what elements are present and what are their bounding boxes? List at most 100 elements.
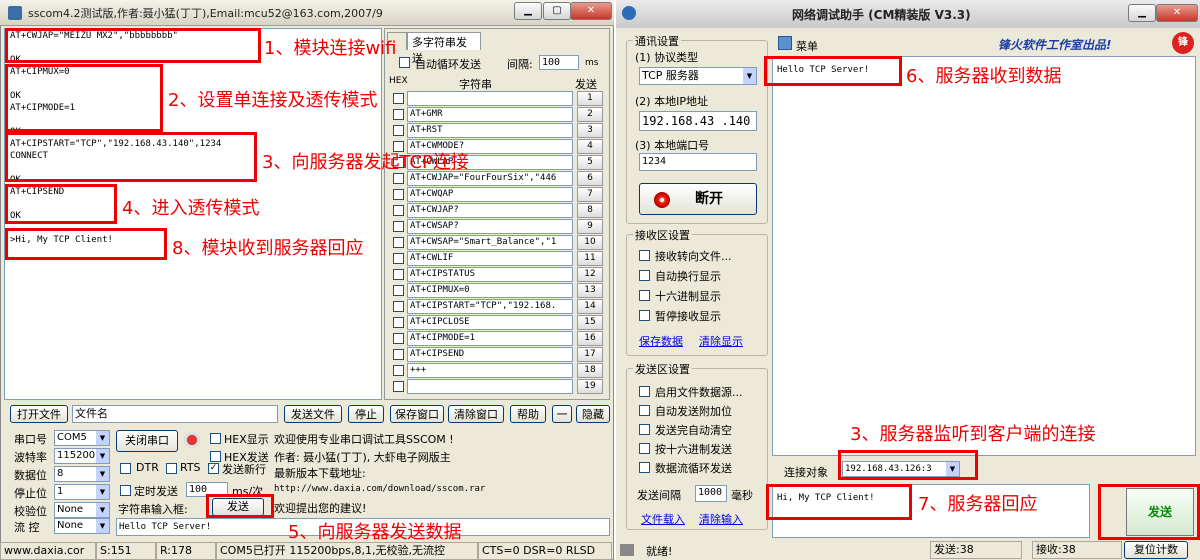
stopbits-select[interactable]: 1 ▼ — [54, 484, 110, 500]
auto-loop-checkbox[interactable] — [399, 57, 410, 68]
hex-display-checkbox[interactable] — [639, 290, 650, 301]
command-string-input[interactable] — [407, 379, 573, 394]
close-button[interactable]: ✕ — [570, 2, 612, 20]
disconnect-button[interactable]: 断开 — [639, 183, 757, 215]
command-send-button[interactable]: 16 — [577, 331, 603, 346]
command-send-button[interactable]: 10 — [577, 235, 603, 250]
command-hex-checkbox[interactable] — [393, 189, 404, 200]
dtr-checkbox[interactable] — [120, 463, 131, 474]
command-string-input[interactable]: AT+RST — [407, 123, 573, 138]
command-hex-checkbox[interactable] — [393, 253, 404, 264]
command-send-button[interactable]: 3 — [577, 123, 603, 138]
command-send-button[interactable]: 17 — [577, 347, 603, 362]
file-load-link[interactable]: 文件载入 — [641, 511, 685, 527]
command-string-input[interactable]: AT+GMR — [407, 107, 573, 122]
command-send-button[interactable]: 11 — [577, 251, 603, 266]
minimize-button[interactable]: ▁ — [1128, 4, 1156, 22]
command-hex-checkbox[interactable] — [393, 125, 404, 136]
command-send-button[interactable]: 6 — [577, 171, 603, 186]
command-hex-checkbox[interactable] — [393, 365, 404, 376]
menu-label[interactable]: 菜单 — [796, 38, 818, 54]
hex-send-checkbox[interactable] — [639, 443, 650, 454]
hide-button[interactable]: 隐藏 — [576, 405, 610, 423]
clear-input-link[interactable]: 清除输入 — [699, 511, 743, 527]
tab-multi-string[interactable]: 多字符串发送 — [407, 32, 481, 65]
stop-button[interactable]: 停止 — [348, 405, 384, 423]
command-hex-checkbox[interactable] — [393, 333, 404, 344]
command-string-input[interactable]: AT+CIPSEND — [407, 347, 573, 362]
command-hex-checkbox[interactable] — [393, 173, 404, 184]
port-select[interactable]: COM5 ▼ — [54, 430, 110, 446]
command-send-button[interactable]: 14 — [577, 299, 603, 314]
hex-send-checkbox[interactable] — [210, 451, 221, 462]
loop-send-checkbox[interactable] — [639, 462, 650, 473]
command-send-button[interactable]: 19 — [577, 379, 603, 394]
command-hex-checkbox[interactable] — [393, 285, 404, 296]
command-string-input[interactable]: AT+CWSAP? — [407, 219, 573, 234]
save-data-link[interactable]: 保存数据 — [639, 333, 683, 349]
auto-clear-checkbox[interactable] — [639, 424, 650, 435]
command-string-input[interactable]: AT+CIPMODE=1 — [407, 331, 573, 346]
command-string-input[interactable]: AT+CIPSTART="TCP","192.168. — [407, 299, 573, 314]
close-port-button[interactable]: 关闭串口 — [116, 430, 178, 452]
download-link[interactable]: http://www.daxia.com/download/sscom.rar — [274, 484, 485, 494]
open-file-button[interactable]: 打开文件 — [10, 405, 68, 423]
hex-display-checkbox[interactable] — [210, 433, 221, 444]
command-hex-checkbox[interactable] — [393, 93, 404, 104]
send-newline-checkbox[interactable]: ✓ — [208, 463, 219, 474]
file-source-checkbox[interactable] — [639, 386, 650, 397]
menu-icon[interactable] — [778, 36, 792, 50]
command-send-button[interactable]: 12 — [577, 267, 603, 282]
command-send-button[interactable]: 9 — [577, 219, 603, 234]
file-name-input[interactable]: 文件名 — [72, 405, 278, 423]
command-string-input[interactable]: +++ — [407, 363, 573, 378]
command-hex-checkbox[interactable] — [393, 237, 404, 248]
pause-display-checkbox[interactable] — [639, 310, 650, 321]
command-string-input[interactable]: AT+CIPMUX=0 — [407, 283, 573, 298]
command-hex-checkbox[interactable] — [393, 109, 404, 120]
command-string-input[interactable]: AT+CIPCLOSE — [407, 315, 573, 330]
reset-count-button[interactable]: 复位计数 — [1124, 541, 1188, 559]
auto-append-checkbox[interactable] — [639, 405, 650, 416]
clear-window-button[interactable]: 清除窗口 — [448, 405, 504, 423]
command-hex-checkbox[interactable] — [393, 301, 404, 312]
timed-send-checkbox[interactable] — [120, 485, 131, 496]
command-send-button[interactable]: 5 — [577, 155, 603, 170]
save-window-button[interactable]: 保存窗口 — [390, 405, 444, 423]
command-send-button[interactable]: 7 — [577, 187, 603, 202]
receive-area[interactable]: Hello TCP Server! — [772, 56, 1196, 456]
interval-input[interactable]: 100 — [539, 55, 579, 70]
recv-to-file-checkbox[interactable] — [639, 250, 650, 261]
local-ip-input[interactable]: 192.168.43 .140 — [639, 111, 757, 131]
command-hex-checkbox[interactable] — [393, 269, 404, 280]
command-hex-checkbox[interactable] — [393, 381, 404, 392]
minimize-button[interactable]: ▁ — [514, 2, 542, 20]
command-hex-checkbox[interactable] — [393, 205, 404, 216]
maximize-button[interactable]: ▢ — [543, 2, 571, 20]
command-string-input[interactable]: AT+CWSAP="Smart_Balance","1 — [407, 235, 573, 250]
command-string-input[interactable]: AT+CWJAP? — [407, 203, 573, 218]
help-button[interactable]: 帮助 — [510, 405, 546, 423]
command-send-button[interactable]: 8 — [577, 203, 603, 218]
rts-checkbox[interactable] — [166, 463, 177, 474]
databits-select[interactable]: 8 ▼ — [54, 466, 110, 482]
command-string-input[interactable] — [407, 91, 573, 106]
command-send-button[interactable]: 13 — [577, 283, 603, 298]
protocol-select[interactable]: TCP 服务器 ▼ — [639, 67, 757, 85]
command-send-button[interactable]: 18 — [577, 363, 603, 378]
local-port-input[interactable]: 1234 — [639, 153, 757, 171]
command-hex-checkbox[interactable] — [393, 349, 404, 360]
clear-display-link[interactable]: 清除显示 — [699, 333, 743, 349]
command-send-button[interactable]: 1 — [577, 91, 603, 106]
command-string-input[interactable]: AT+CWLIF — [407, 251, 573, 266]
auto-wrap-checkbox[interactable] — [639, 270, 650, 281]
command-send-button[interactable]: 15 — [577, 315, 603, 330]
collapse-button[interactable]: 一 — [552, 405, 572, 423]
command-hex-checkbox[interactable] — [393, 317, 404, 328]
flow-select[interactable]: None ▼ — [54, 518, 110, 534]
parity-select[interactable]: None ▼ — [54, 502, 110, 518]
baud-select[interactable]: 115200 ▼ — [54, 448, 110, 464]
command-send-button[interactable]: 4 — [577, 139, 603, 154]
command-hex-checkbox[interactable] — [393, 221, 404, 232]
send-interval-input[interactable]: 1000 — [695, 485, 727, 502]
